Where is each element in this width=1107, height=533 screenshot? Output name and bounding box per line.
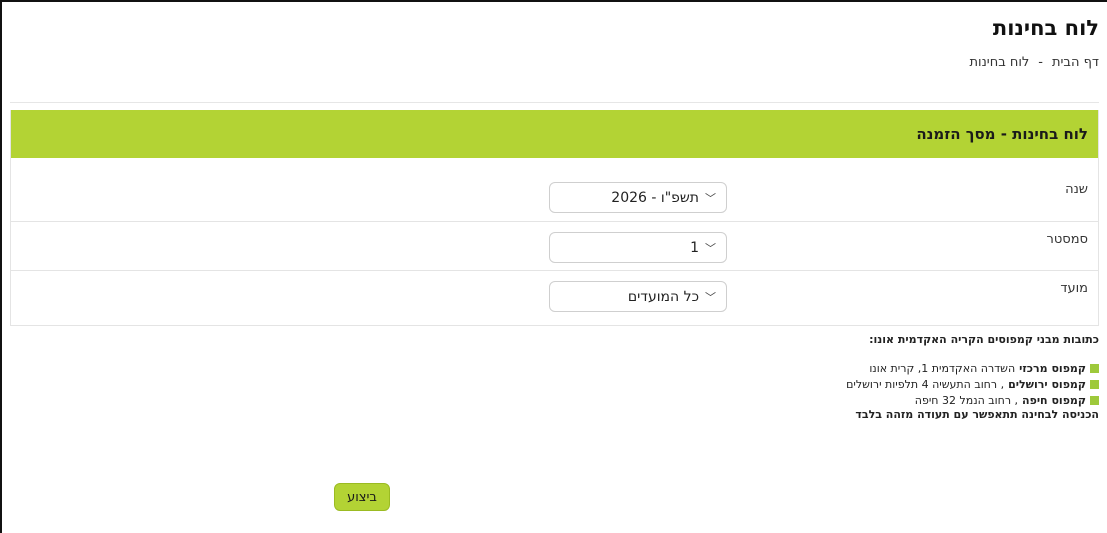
breadcrumb: דף הבית - לוח בחינות (970, 55, 1099, 70)
year-select[interactable]: 2026 - תשפ"ו ﹀ (549, 182, 727, 213)
campus-address: , רחוב הנמל 32 חיפה (914, 393, 1019, 407)
semester-select[interactable]: 1 ﹀ (549, 232, 727, 263)
chevron-down-icon: ﹀ (705, 241, 716, 255)
campus-name: קמפוס ירושלים (1008, 377, 1086, 391)
campus-name: קמפוס מרכזי (1019, 361, 1086, 375)
campus-name: קמפוס חיפה (1022, 393, 1086, 407)
session-label: מועד (1060, 281, 1088, 296)
campus-item: קמפוס ירושלים , רחוב התעשיה 4 תלפיות ירו… (399, 376, 1099, 392)
submit-button[interactable]: ביצוע (334, 483, 390, 511)
session-select[interactable]: כל המועדים ﹀ (549, 281, 727, 312)
campus-item: קמפוס מרכזי השדרה האקדמית 1, קרית אונו (399, 360, 1099, 376)
form-row-semester: סמסטר 1 ﹀ (11, 221, 1098, 270)
year-select-value: 2026 - תשפ"ו (611, 189, 699, 206)
divider (10, 102, 1099, 103)
breadcrumb-current[interactable]: לוח בחינות (970, 55, 1030, 70)
form-row-year: שנה 2026 - תשפ"ו ﹀ (11, 172, 1098, 221)
page-title: לוח בחינות (992, 16, 1099, 40)
session-select-value: כל המועדים (627, 288, 699, 305)
bullet-square-icon (1090, 363, 1099, 373)
booking-panel: לוח בחינות - מסך הזמנה שנה 2026 - תשפ"ו … (10, 110, 1099, 326)
year-label: שנה (1065, 182, 1088, 197)
panel-title: לוח בחינות - מסך הזמנה (916, 125, 1088, 143)
campus-address: , רחוב התעשיה 4 תלפיות ירושלים (846, 377, 1005, 391)
bullet-square-icon (1090, 395, 1099, 405)
semester-label: סמסטר (1046, 232, 1088, 247)
page-frame: לוח בחינות דף הבית - לוח בחינות לוח בחינ… (0, 0, 1107, 533)
campus-item: קמפוס חיפה , רחוב הנמל 32 חיפה (399, 392, 1099, 408)
chevron-down-icon: ﹀ (705, 191, 716, 205)
panel-header: לוח בחינות - מסך הזמנה (11, 110, 1098, 158)
campus-address: השדרה האקדמית 1, קרית אונו (869, 361, 1016, 375)
breadcrumb-home-link[interactable]: דף הבית (1052, 55, 1099, 70)
id-required-note: הכניסה לבחינה תתאפשר עם תעודה מזהה בלבד (855, 408, 1099, 421)
campus-info: כתובות מבני קמפוסים הקריה האקדמית אונו: … (399, 333, 1099, 421)
chevron-down-icon: ﹀ (705, 290, 716, 304)
breadcrumb-separator: - (1038, 55, 1043, 70)
bullet-square-icon (1090, 379, 1099, 389)
campus-info-title: כתובות מבני קמפוסים הקריה האקדמית אונו: (869, 333, 1099, 346)
form-row-session: מועד כל המועדים ﹀ (11, 270, 1098, 319)
semester-select-value: 1 (690, 239, 699, 256)
